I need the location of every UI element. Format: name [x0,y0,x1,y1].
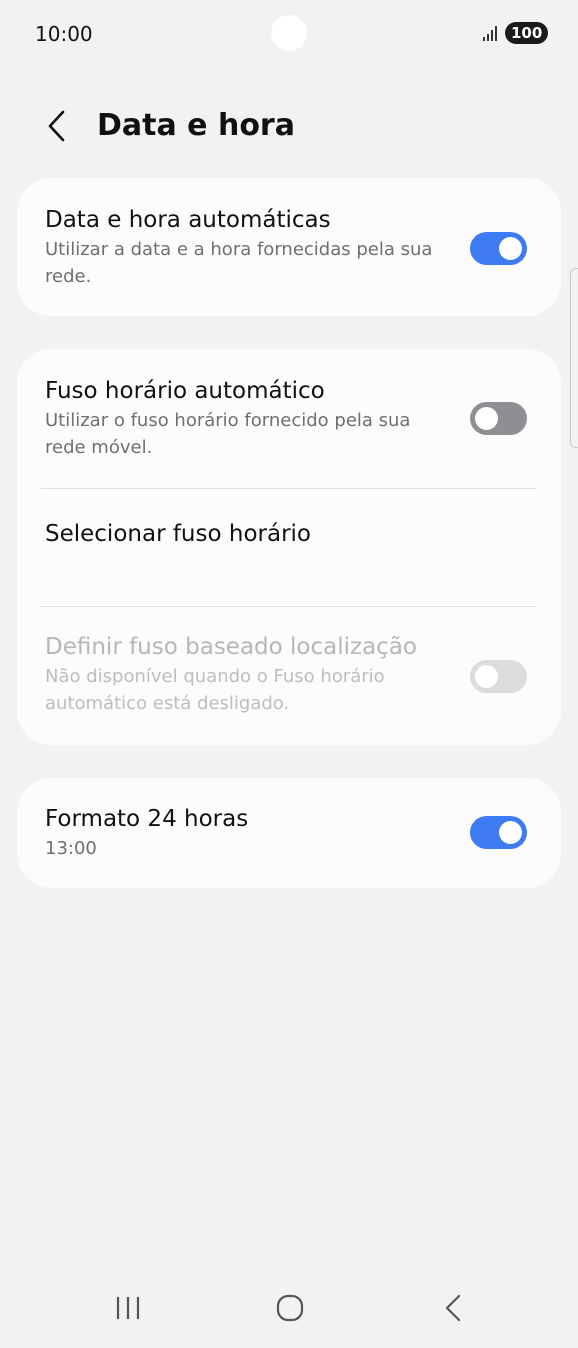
auto-timezone-subtitle: Utilizar o fuso horário fornecido pela s… [45,410,411,458]
nav-bar [0,1276,578,1348]
location-timezone-title: Definir fuso baseado localização [45,634,417,660]
location-timezone-subtitle: Não disponível quando o Fuso horário aut… [45,666,385,714]
nav-back-button[interactable] [423,1288,483,1328]
format-24h-row[interactable]: Formato 24 horas 13:00 [17,778,561,862]
card-timezone: Fuso horário automático Utilizar o fuso … [17,349,561,745]
back-icon [445,1294,461,1322]
status-time: 10:00 [35,22,93,46]
recents-button[interactable] [98,1288,158,1328]
auto-datetime-row[interactable]: Data e hora automáticas Utilizar a data … [17,178,561,290]
format-24h-toggle[interactable] [470,816,527,849]
status-bar: 10:00 100 [0,0,578,70]
camera-cutout [271,15,307,51]
toggle-knob [475,665,498,688]
auto-timezone-toggle[interactable] [470,402,527,435]
back-button[interactable] [36,106,76,146]
select-timezone-title: Selecionar fuso horário [45,521,311,547]
battery-badge: 100 [505,22,549,44]
header: Data e hora [0,100,578,156]
home-icon [276,1294,304,1322]
home-button[interactable] [260,1288,320,1328]
recents-icon [116,1297,140,1319]
auto-datetime-subtitle: Utilizar a data e a hora fornecidas pela… [45,239,433,287]
location-timezone-row: Definir fuso baseado localização Não dis… [17,607,561,717]
screen: 10:00 100 Data e hora Data e hora automá… [0,0,578,1348]
format-24h-title: Formato 24 horas [45,806,249,832]
format-24h-subtitle: 13:00 [45,838,97,859]
auto-timezone-row[interactable]: Fuso horário automático Utilizar o fuso … [17,349,561,487]
select-timezone-row[interactable]: Selecionar fuso horário [17,489,561,606]
toggle-knob [499,237,522,260]
card-format-24h: Formato 24 horas 13:00 [17,778,561,888]
signal-icon [483,26,497,41]
location-timezone-toggle [470,660,527,693]
auto-datetime-title: Data e hora automáticas [45,207,331,233]
toggle-knob [499,821,522,844]
chevron-left-icon [48,110,65,142]
auto-datetime-toggle[interactable] [470,232,527,265]
card-auto-datetime: Data e hora automáticas Utilizar a data … [17,178,561,316]
toggle-knob [475,407,498,430]
auto-timezone-title: Fuso horário automático [45,378,325,404]
scroll-indicator[interactable] [570,268,578,448]
page-title: Data e hora [97,108,295,143]
